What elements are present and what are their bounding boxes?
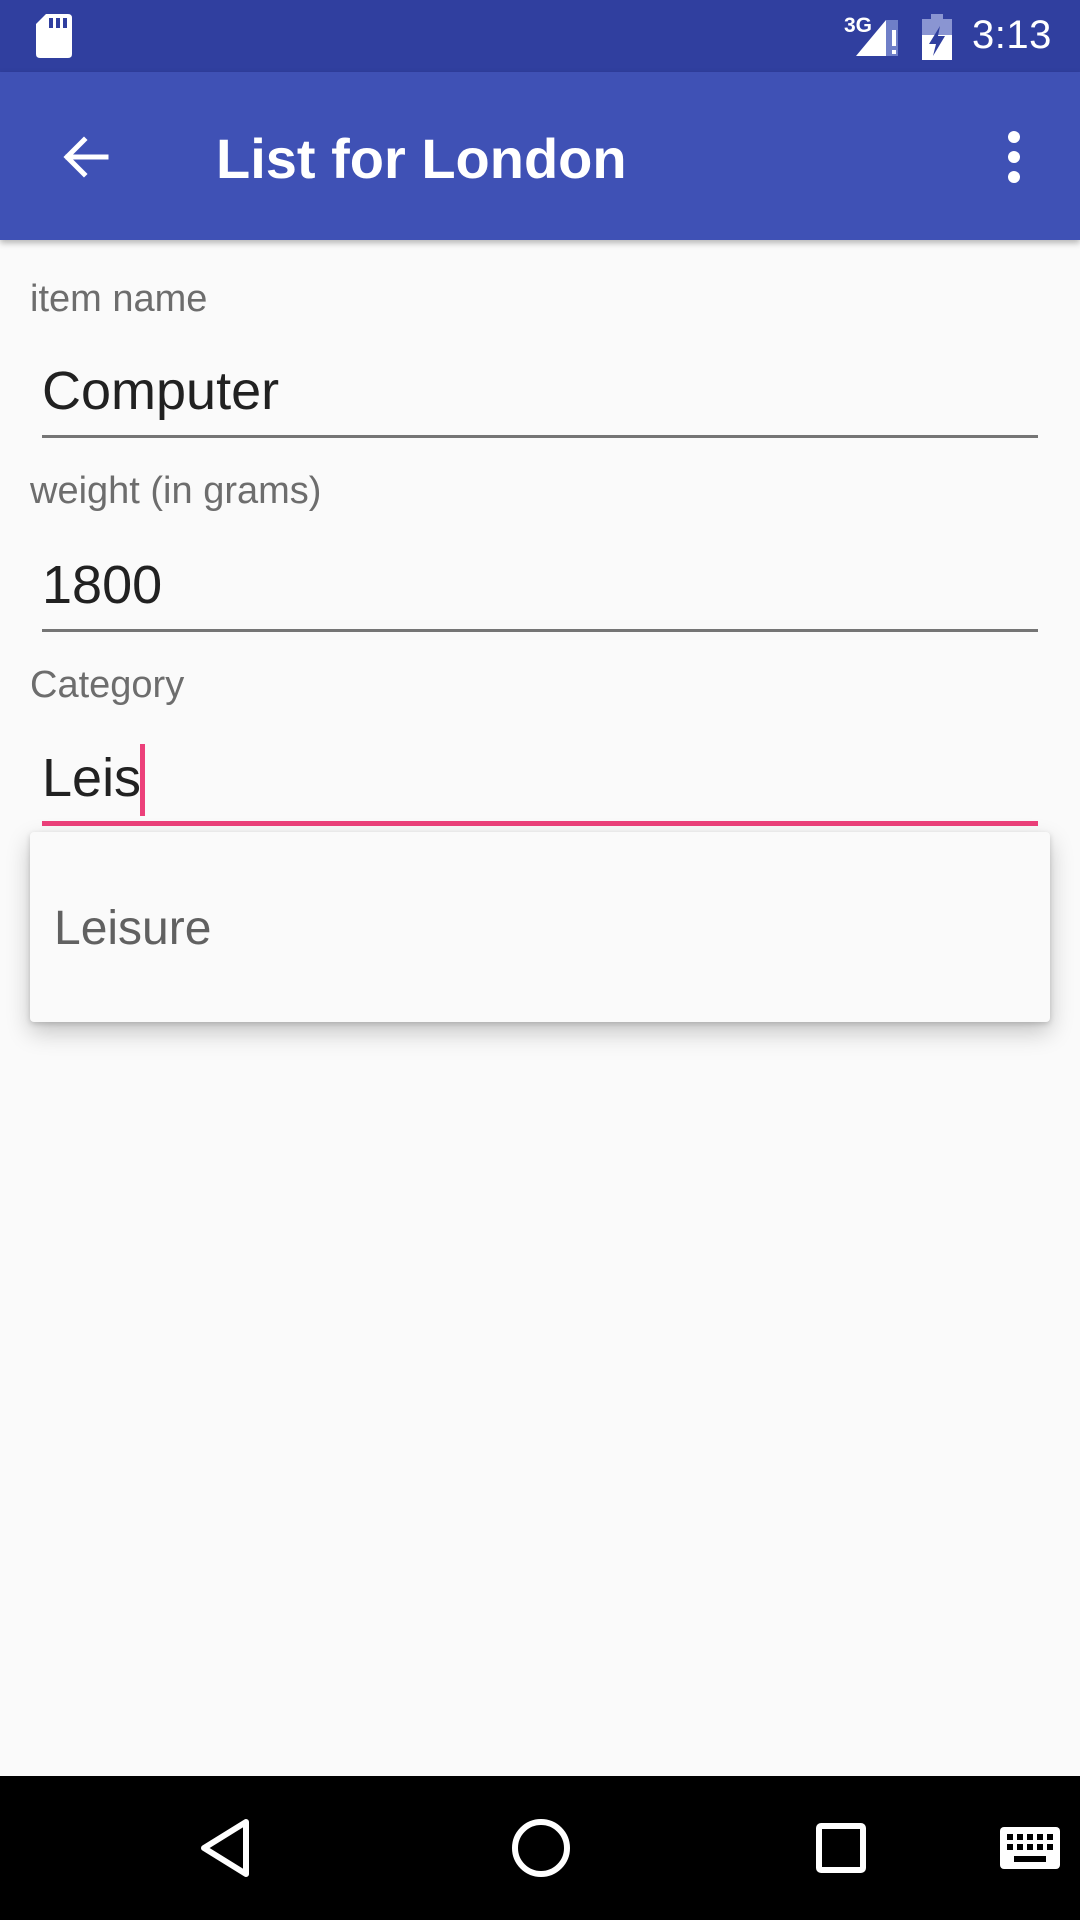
text-cursor	[140, 744, 145, 816]
suggestion-label: Leisure	[54, 902, 212, 955]
back-button[interactable]	[40, 112, 130, 202]
nav-home-button[interactable]	[496, 1798, 586, 1898]
app-bar: List for London	[0, 72, 1080, 240]
keyboard-switch-button[interactable]	[980, 1798, 1080, 1898]
item-name-label: item name	[30, 278, 208, 320]
keyboard-icon	[1000, 1827, 1060, 1869]
nav-back-button[interactable]	[196, 1798, 256, 1898]
status-bar: 3G 3:13	[0, 0, 1080, 72]
sd-card-icon	[36, 14, 72, 58]
square-recents-icon	[816, 1823, 866, 1873]
page-title: List for London	[216, 127, 627, 190]
navigation-bar	[0, 1776, 1080, 1920]
overflow-menu-button[interactable]	[984, 112, 1044, 202]
item-name-input[interactable]	[42, 354, 1038, 438]
signal-icon	[856, 20, 898, 56]
more-vert-icon	[1008, 131, 1020, 183]
category-input[interactable]	[42, 742, 1038, 826]
category-label: Category	[30, 664, 185, 706]
clock: 3:13	[972, 13, 1052, 57]
weight-label: weight (in grams)	[30, 470, 322, 512]
autocomplete-dropdown: Leisure	[30, 832, 1050, 1022]
nav-recents-button[interactable]	[796, 1798, 886, 1898]
circle-home-icon	[512, 1819, 570, 1877]
weight-input[interactable]	[42, 548, 1038, 632]
battery-charging-icon	[922, 14, 952, 60]
arrow-back-icon	[63, 136, 109, 178]
suggestion-item[interactable]: Leisure	[30, 832, 1050, 1022]
triangle-back-icon	[201, 1819, 249, 1877]
